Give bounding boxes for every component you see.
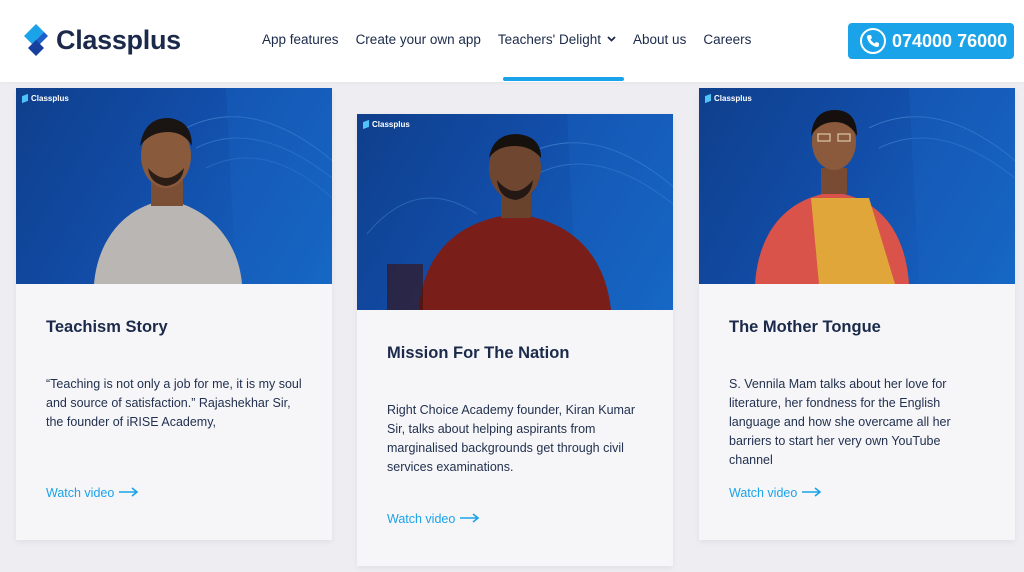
main-nav: App features Create your own app Teacher… — [262, 32, 768, 47]
video-thumbnail[interactable]: Classplus — [699, 88, 1015, 284]
nav-app-features[interactable]: App features — [262, 32, 339, 47]
card-description: “Teaching is not only a job for me, it i… — [46, 377, 302, 429]
active-nav-indicator — [503, 77, 624, 81]
arrow-right-icon — [460, 513, 480, 525]
nav-about-us[interactable]: About us — [633, 32, 686, 47]
watch-video-link[interactable]: Watch video — [387, 512, 480, 526]
link-label: Watch video — [729, 486, 798, 500]
card-title: The Mother Tongue — [729, 318, 881, 336]
video-card-teachism: Classplus Teachism Story “Teaching is no… — [16, 88, 332, 540]
phone-number: 074000 76000 — [892, 30, 1008, 51]
phone-icon — [860, 28, 886, 54]
media-brand-logo: Classplus — [22, 93, 69, 104]
video-card-mother-tongue: Classplus The Mother Tongue S. Vennila M… — [699, 88, 1015, 540]
link-label: Watch video — [387, 512, 456, 526]
watch-video-link[interactable]: Watch video — [46, 486, 139, 500]
chevron-down-icon — [607, 34, 616, 45]
arrow-right-icon — [802, 487, 822, 499]
nav-label: Create your own app — [355, 32, 481, 47]
nav-careers[interactable]: Careers — [703, 32, 751, 47]
card-title: Teachism Story — [46, 318, 168, 336]
link-label: Watch video — [46, 486, 115, 500]
nav-label: Teachers' Delight — [497, 32, 602, 47]
nav-label: App features — [262, 32, 339, 47]
arrow-right-icon — [119, 487, 139, 499]
media-brand-logo: Classplus — [363, 119, 410, 130]
site-header: Classplus App features Create your own a… — [0, 0, 1024, 82]
phone-button[interactable]: 074000 76000 — [848, 23, 1014, 59]
nav-create-app[interactable]: Create your own app — [356, 32, 481, 47]
video-thumbnail[interactable]: Classplus — [357, 114, 673, 310]
card-title: Mission For The Nation — [387, 344, 570, 362]
nav-label: Careers — [703, 32, 752, 47]
video-thumbnail[interactable]: Classplus — [16, 88, 332, 284]
card-description: S. Vennila Mam talks about her love for … — [729, 377, 951, 467]
nav-label: About us — [633, 32, 687, 47]
brand-name: Classplus — [56, 24, 181, 55]
video-card-mission: Classplus Mission For The Nation Right C… — [357, 114, 673, 566]
nav-teachers-delight[interactable]: Teachers' Delight — [498, 32, 616, 47]
classplus-logo-icon — [22, 22, 50, 58]
watch-video-link[interactable]: Watch video — [729, 486, 822, 500]
brand-logo[interactable]: Classplus — [22, 22, 181, 58]
media-brand-logo: Classplus — [705, 93, 752, 104]
card-description: Right Choice Academy founder, Kiran Kuma… — [387, 403, 636, 474]
